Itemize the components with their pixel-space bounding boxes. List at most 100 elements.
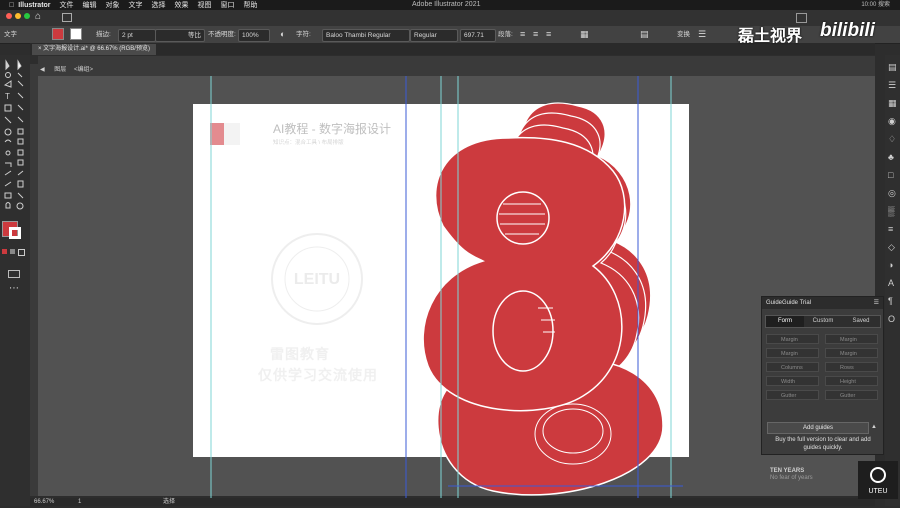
menu-type[interactable]: 文字 — [129, 0, 143, 10]
font-style-dropdown[interactable]: Regular — [410, 29, 458, 42]
font-size-field[interactable]: 697.71 — [460, 29, 496, 42]
draw-mode-icon[interactable] — [8, 270, 20, 278]
menu-window[interactable]: 窗口 — [221, 0, 235, 10]
hand-tool-icon — [5, 202, 11, 209]
column-gutter-field[interactable]: Gutter — [766, 390, 819, 400]
fill-color-swatch[interactable] — [52, 28, 64, 40]
gradient-panel-icon[interactable]: ◇ — [888, 238, 897, 256]
slice-tool-icon — [17, 192, 24, 199]
layer-breadcrumb[interactable]: 图层 — [54, 67, 66, 73]
stroke-swatch[interactable] — [9, 227, 21, 239]
opacity-field[interactable]: 100% — [238, 29, 270, 42]
align-panel-icon[interactable]: ▒ — [888, 202, 897, 220]
margin-right-field[interactable]: Margin — [766, 348, 819, 358]
appearance-panel-icon[interactable]: ◎ — [888, 184, 897, 202]
properties-panel-icon[interactable]: ▤ — [888, 58, 897, 76]
paragraph-panel-icon[interactable]: ¶ — [888, 292, 897, 310]
blend-tool-icon — [17, 170, 24, 176]
tool-icons[interactable]: T — [0, 55, 30, 506]
menu-effect[interactable]: 效果 — [175, 0, 189, 10]
align-center-icon[interactable]: ≡ — [533, 29, 538, 40]
home-icon[interactable]: ⌂ — [35, 11, 41, 22]
artboard-number[interactable]: 1 — [78, 499, 81, 505]
color-mode-icon[interactable] — [2, 249, 7, 254]
current-tool-status: 选择 — [163, 499, 176, 505]
rotate-tool-icon — [4, 128, 12, 136]
menu-view[interactable]: 视图 — [198, 0, 212, 10]
distribute-icon[interactable]: ▤ — [640, 29, 649, 40]
margin-bottom-field[interactable]: Margin — [825, 348, 878, 358]
gradient-mode-icon[interactable] — [10, 249, 15, 254]
uteu-logo: UTEU — [858, 461, 898, 499]
more-options-icon[interactable]: ☰ — [698, 29, 706, 40]
rows-field[interactable]: Rows — [825, 362, 878, 372]
width-tool-icon — [4, 139, 12, 143]
workspace-switcher-icon[interactable] — [62, 13, 72, 22]
menu-app-name[interactable]: Illustrator — [18, 2, 50, 9]
zoom-level[interactable]: 66.67% — [34, 499, 54, 505]
tab-form[interactable]: Form — [766, 316, 804, 327]
guideguide-title: GuideGuide Trial — [762, 297, 883, 309]
free-transform-tool-icon — [17, 138, 24, 145]
minimize-window-icon[interactable] — [15, 13, 21, 19]
font-family-dropdown[interactable]: Baloo Thambi Regular — [322, 29, 410, 42]
column-width-field[interactable]: Width — [766, 376, 819, 386]
menu-object[interactable]: 对象 — [106, 0, 120, 10]
transform-label[interactable]: 变换 — [677, 29, 690, 40]
brushes-panel-icon[interactable]: ♢ — [888, 130, 897, 148]
horizontal-ruler[interactable] — [38, 56, 875, 64]
vertical-ruler[interactable] — [30, 76, 38, 496]
row-gutter-field[interactable]: Gutter — [825, 390, 878, 400]
menu-help[interactable]: 帮助 — [244, 0, 258, 10]
color-panel-icon[interactable]: ◉ — [888, 112, 897, 130]
eyedropper-tool-icon — [4, 170, 12, 176]
zoom-window-icon[interactable] — [24, 13, 30, 19]
stroke-panel-icon[interactable]: ≡ — [888, 220, 897, 238]
document-tab[interactable]: × 文字海报设计.ai* @ 66.67% (RGB/预览) — [32, 44, 156, 55]
panel-menu-icon[interactable]: ☰ — [874, 297, 879, 309]
transparency-panel-icon[interactable]: ◑ — [888, 256, 897, 274]
rectangle-tool-icon — [4, 104, 12, 112]
group-breadcrumb[interactable]: <编组> — [74, 67, 93, 73]
layers-panel-icon[interactable]: ☰ — [888, 76, 897, 94]
lasso-tool-icon — [17, 72, 23, 78]
recolor-icon[interactable]: ◐ — [280, 29, 285, 40]
edit-toolbar-icon[interactable]: ⋯ — [9, 283, 19, 294]
graphic-styles-panel-icon[interactable]: □ — [888, 166, 897, 184]
stroke-color-swatch[interactable] — [70, 28, 82, 40]
margin-left-field[interactable]: Margin — [766, 334, 819, 344]
type-tool-icon: T — [5, 92, 10, 101]
back-arrow-icon[interactable]: ◀ — [40, 67, 45, 73]
number-8-artwork[interactable] — [193, 76, 689, 506]
graph-tool-icon — [17, 180, 24, 188]
isolation-breadcrumb: ◀ 图层 <编组> — [30, 64, 875, 76]
tab-custom[interactable]: Custom — [804, 316, 842, 327]
opentype-panel-icon[interactable]: O — [888, 310, 897, 328]
row-height-field[interactable]: Height — [825, 376, 878, 386]
add-guides-menu-icon[interactable]: ▲ — [871, 422, 877, 432]
none-mode-icon[interactable] — [18, 249, 25, 256]
stroke-weight-field[interactable]: 2 pt — [118, 29, 156, 42]
add-guides-button[interactable]: Add guides — [767, 422, 869, 434]
menu-file[interactable]: 文件 — [60, 0, 74, 10]
gradient-tool-icon — [17, 159, 24, 166]
character-panel-icon[interactable]: A — [888, 274, 897, 292]
menu-edit[interactable]: 编辑 — [83, 0, 97, 10]
columns-field[interactable]: Columns — [766, 362, 819, 372]
tab-saved[interactable]: Saved — [842, 316, 880, 327]
panel-dock: ▤ ☰ ▦ ◉ ♢ ♣ □ ◎ ▒ ≡ ◇ ◑ A ¶ O — [885, 55, 900, 506]
stroke-profile-dropdown[interactable]: 等比 — [155, 29, 205, 42]
align-objects-icon[interactable]: ▦ — [580, 29, 589, 40]
close-window-icon[interactable] — [6, 13, 12, 19]
align-right-icon[interactable]: ≡ — [546, 29, 551, 40]
align-left-icon[interactable]: ≡ — [520, 29, 525, 40]
menu-bar:  Illustrator 文件 编辑 对象 文字 选择 效果 视图 窗口 帮助… — [0, 0, 900, 10]
menu-select[interactable]: 选择 — [152, 0, 166, 10]
symbols-panel-icon[interactable]: ♣ — [888, 148, 897, 166]
apple-icon[interactable]:  — [9, 2, 14, 9]
channel-watermark: 磊土视界 — [738, 28, 803, 45]
margin-top-field[interactable]: Margin — [825, 334, 878, 344]
libraries-panel-icon[interactable]: ▦ — [888, 94, 897, 112]
guideguide-tabs: Form Custom Saved — [765, 315, 881, 328]
upper-hole — [496, 191, 550, 245]
